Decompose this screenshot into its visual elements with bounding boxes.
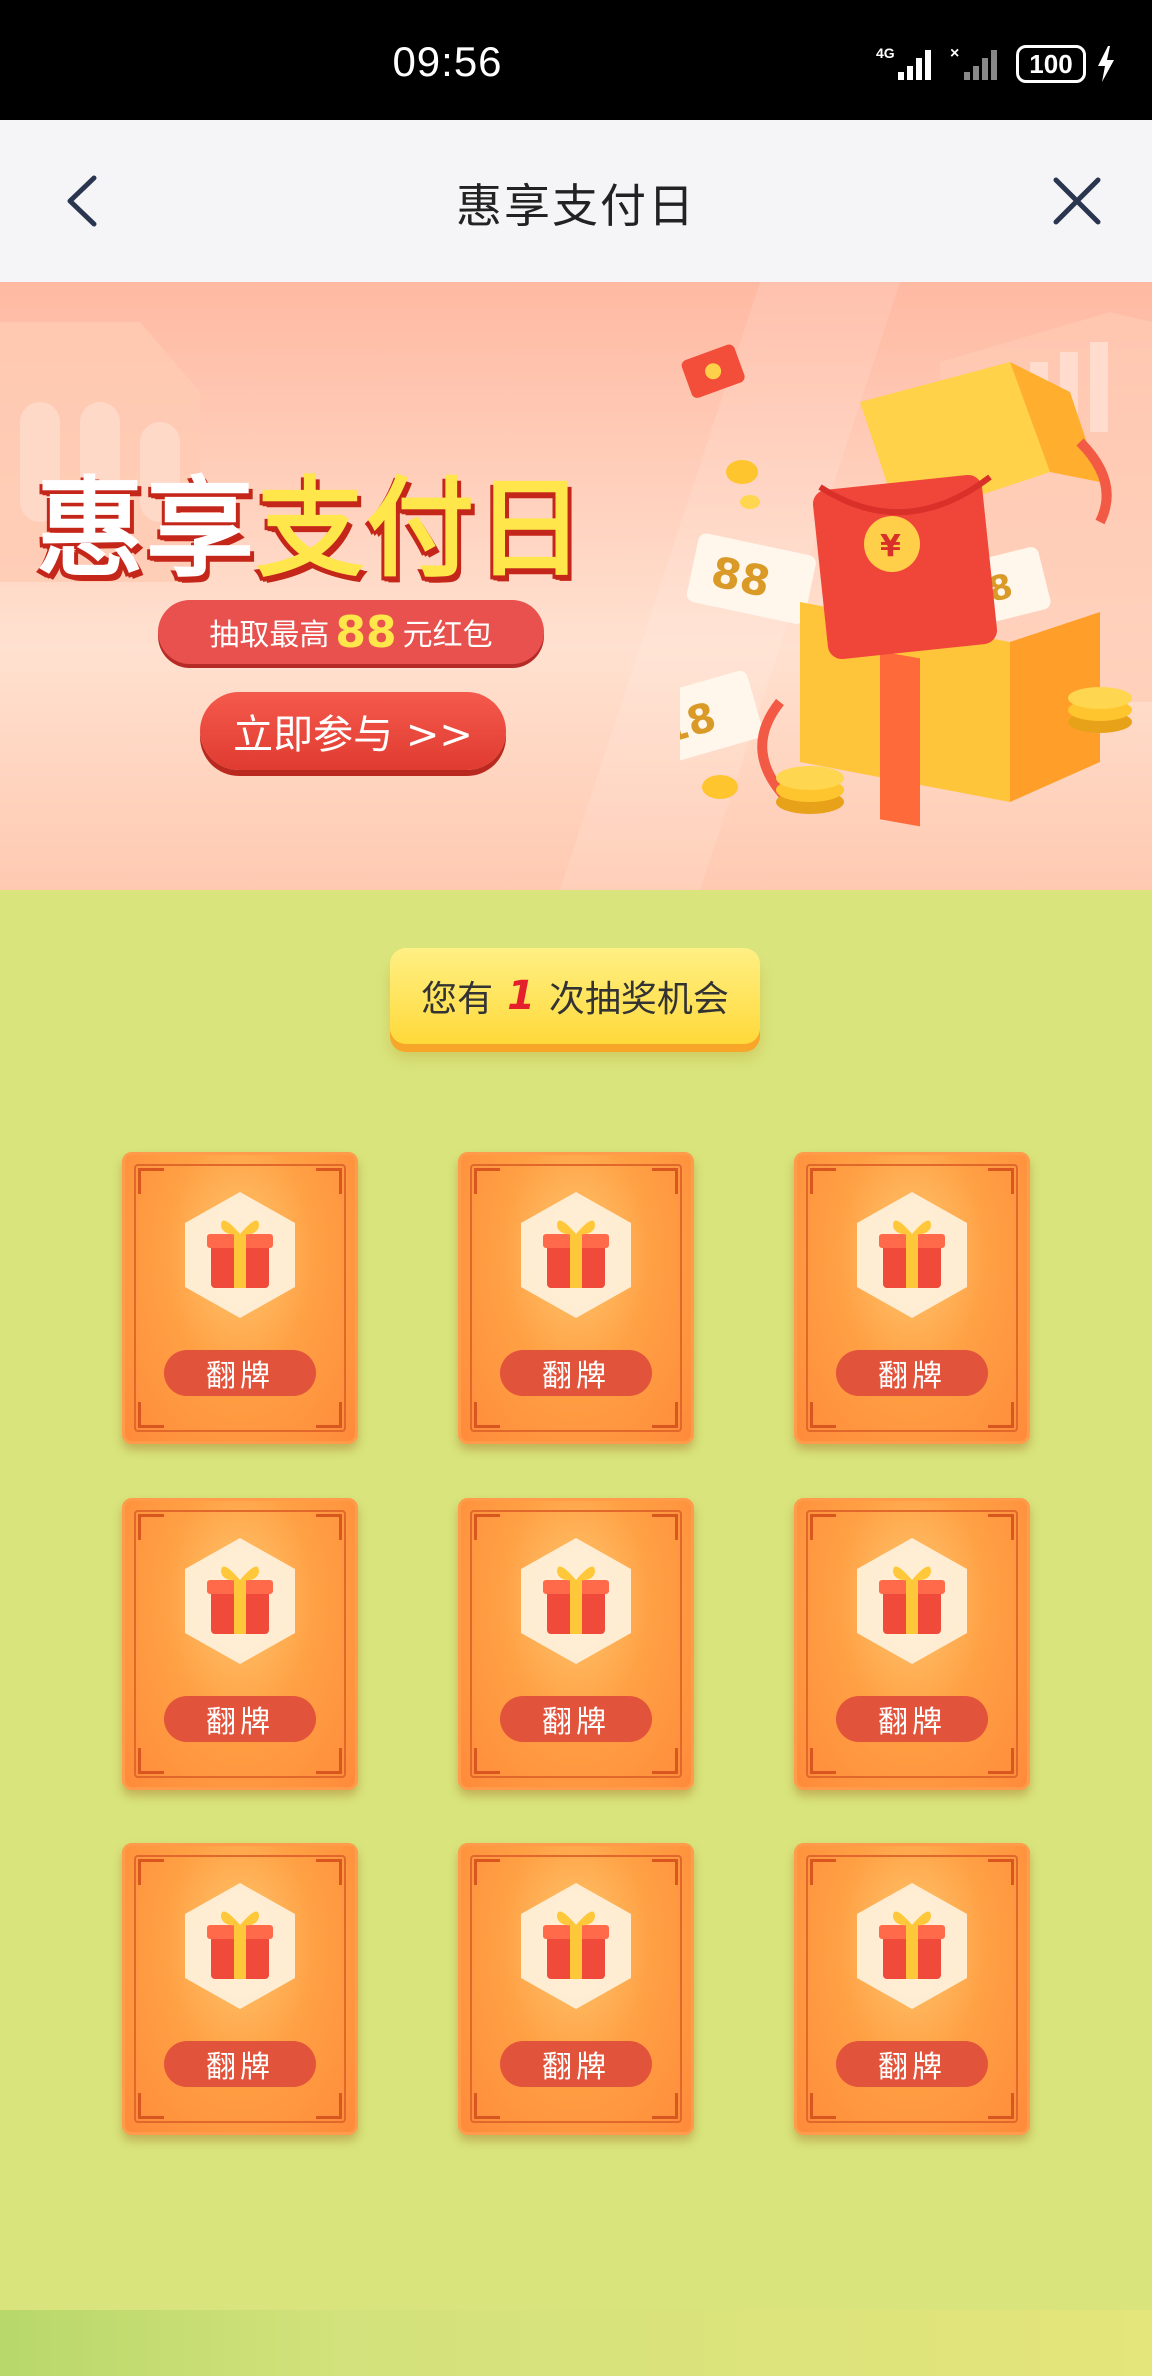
status-time: 09:56 [392, 38, 503, 85]
card-corner [138, 1859, 164, 1885]
banner-title-part2: 支付日 [256, 467, 587, 592]
card-corner [316, 2093, 342, 2119]
card-corner [652, 1168, 678, 1194]
card-corner [988, 1859, 1014, 1885]
chance-suffix: 次抽奖机会 [548, 979, 729, 1020]
card-corner [474, 1514, 500, 1540]
gift-icon [185, 1192, 295, 1318]
gift-icon [857, 1883, 967, 2009]
card-corner [652, 1859, 678, 1885]
flip-card[interactable]: 翻牌 [458, 1498, 694, 1790]
flip-card[interactable]: 翻牌 [794, 1843, 1030, 2135]
card-corner [474, 1859, 500, 1885]
card-corner [988, 1168, 1014, 1194]
card-corner [316, 1168, 342, 1194]
gift-icon [185, 1538, 295, 1664]
chance-prefix: 您有 [421, 979, 494, 1020]
flip-card[interactable]: 翻牌 [794, 1152, 1030, 1444]
card-corner [652, 1514, 678, 1540]
flip-card[interactable]: 翻牌 [122, 1843, 358, 2135]
flip-card-button[interactable]: 翻牌 [500, 1696, 652, 1742]
card-corner [138, 1168, 164, 1194]
gift-icon [521, 1883, 631, 2009]
svg-text:×: × [950, 45, 959, 62]
card-corner [988, 1748, 1014, 1774]
subtitle-prefix: 抽取最高 [209, 618, 330, 653]
flip-card-button[interactable]: 翻牌 [836, 1696, 988, 1742]
coupon-88: 88 [686, 533, 816, 624]
gift-box-illustration: 88 5.8 18 ¥ [680, 344, 1132, 827]
coupon-18: 18 [680, 670, 763, 768]
card-corner [138, 1514, 164, 1540]
card-corner [316, 1402, 342, 1428]
gift-icon [857, 1538, 967, 1664]
card-corner [810, 1168, 836, 1194]
card-corner [810, 1402, 836, 1428]
card-corner [652, 1748, 678, 1774]
banner-subtitle: 抽取最高 88 元红包 [158, 600, 544, 664]
svg-text:4G: 4G [876, 45, 895, 61]
flip-card[interactable]: 翻牌 [122, 1498, 358, 1790]
card-corner [474, 1402, 500, 1428]
card-corner [316, 1859, 342, 1885]
charging-icon [1098, 46, 1114, 82]
signal-4g-icon: 4G [876, 45, 931, 80]
close-button[interactable] [1042, 166, 1112, 236]
card-corner [810, 1514, 836, 1540]
flip-card-button[interactable]: 翻牌 [500, 2041, 652, 2087]
card-corner [810, 2093, 836, 2119]
flip-card-button[interactable]: 翻牌 [836, 1350, 988, 1396]
battery-indicator: 100 [1016, 45, 1086, 83]
bottom-section [0, 2310, 1152, 2376]
card-corner [138, 2093, 164, 2119]
page-title: 惠享支付日 [456, 179, 696, 233]
banner-title-part1: 惠享 [36, 467, 257, 592]
gift-icon [857, 1192, 967, 1318]
gift-icon [521, 1192, 631, 1318]
promo-banner[interactable]: 惠享支付日 抽取最高 88 元红包 立即参与 >> 88 5.8 18 [0, 282, 1152, 890]
flip-card-button[interactable]: 翻牌 [164, 2041, 316, 2087]
flip-card[interactable]: 翻牌 [458, 1152, 694, 1444]
flip-card-button[interactable]: 翻牌 [500, 1350, 652, 1396]
card-corner [316, 1514, 342, 1540]
flip-card-button[interactable]: 翻牌 [836, 2041, 988, 2087]
status-icons: 4G × 100 [876, 44, 1116, 84]
close-icon [1053, 177, 1101, 225]
card-corner [138, 1748, 164, 1774]
signal-no-service-icon: × [950, 45, 997, 80]
gift-icon [185, 1883, 295, 2009]
flip-card-button[interactable]: 翻牌 [164, 1350, 316, 1396]
flip-card[interactable]: 翻牌 [794, 1498, 1030, 1790]
card-corner [810, 1859, 836, 1885]
gift-icon [521, 1538, 631, 1664]
subtitle-amount: 88 [335, 606, 397, 658]
chance-count: 1 [507, 973, 535, 1019]
flip-card[interactable]: 翻牌 [458, 1843, 694, 2135]
subtitle-suffix: 元红包 [402, 618, 493, 653]
card-corner [652, 1402, 678, 1428]
status-bar: 09:56 4G × 100 [0, 0, 1152, 120]
svg-text:¥: ¥ [880, 529, 901, 564]
card-corner [474, 2093, 500, 2119]
card-corner [988, 1402, 1014, 1428]
flip-card[interactable]: 翻牌 [122, 1152, 358, 1444]
card-corner [316, 1748, 342, 1774]
flip-card-button[interactable]: 翻牌 [164, 1696, 316, 1742]
card-corner [810, 1748, 836, 1774]
card-corner [988, 2093, 1014, 2119]
card-corner [474, 1748, 500, 1774]
card-corner [138, 1402, 164, 1428]
card-corner [652, 2093, 678, 2119]
card-corner [988, 1514, 1014, 1540]
nav-bar: 惠享支付日 [0, 120, 1152, 282]
banner-title: 惠享支付日 [36, 442, 586, 598]
card-corner [474, 1168, 500, 1194]
lottery-chance-badge: 您有 1 次抽奖机会 [390, 948, 760, 1044]
join-now-button[interactable]: 立即参与 >> [200, 692, 506, 770]
